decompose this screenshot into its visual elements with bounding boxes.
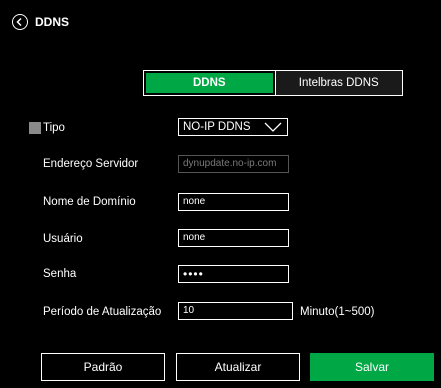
default-button[interactable]: Padrão: [41, 353, 165, 381]
type-label: Tipo: [43, 122, 65, 134]
domain-name-input[interactable]: none: [178, 193, 289, 211]
password-label: Senha: [43, 268, 77, 280]
domain-label: Nome de Domínio: [43, 196, 136, 208]
user-label: Usuário: [43, 233, 83, 245]
interval-label: Período de Atualização: [43, 306, 162, 318]
chevron-down-icon: [264, 122, 282, 132]
tab-ddns[interactable]: DDNS: [146, 73, 273, 93]
username-input[interactable]: none: [178, 229, 289, 247]
tab-intelbras-ddns[interactable]: Intelbras DDNS: [274, 71, 402, 95]
chevron-left-icon: [16, 17, 22, 27]
type-select-value: NO-IP DDNS: [183, 121, 251, 133]
save-button[interactable]: Salvar: [310, 353, 434, 381]
refresh-button[interactable]: Atualizar: [176, 353, 300, 381]
interval-input[interactable]: 10: [178, 302, 293, 320]
enable-checkbox[interactable]: [29, 122, 41, 134]
server-label: Endereço Servidor: [43, 158, 139, 170]
page-title: DDNS: [35, 15, 70, 29]
type-select[interactable]: NO-IP DDNS: [178, 118, 288, 136]
interval-unit: Minuto(1~500): [300, 306, 375, 318]
password-input[interactable]: ••••: [178, 265, 289, 283]
server-address-input[interactable]: dynupdate.no-ip.com: [178, 155, 289, 173]
tab-bar: DDNS Intelbras DDNS: [143, 70, 403, 96]
back-button[interactable]: [12, 14, 28, 30]
